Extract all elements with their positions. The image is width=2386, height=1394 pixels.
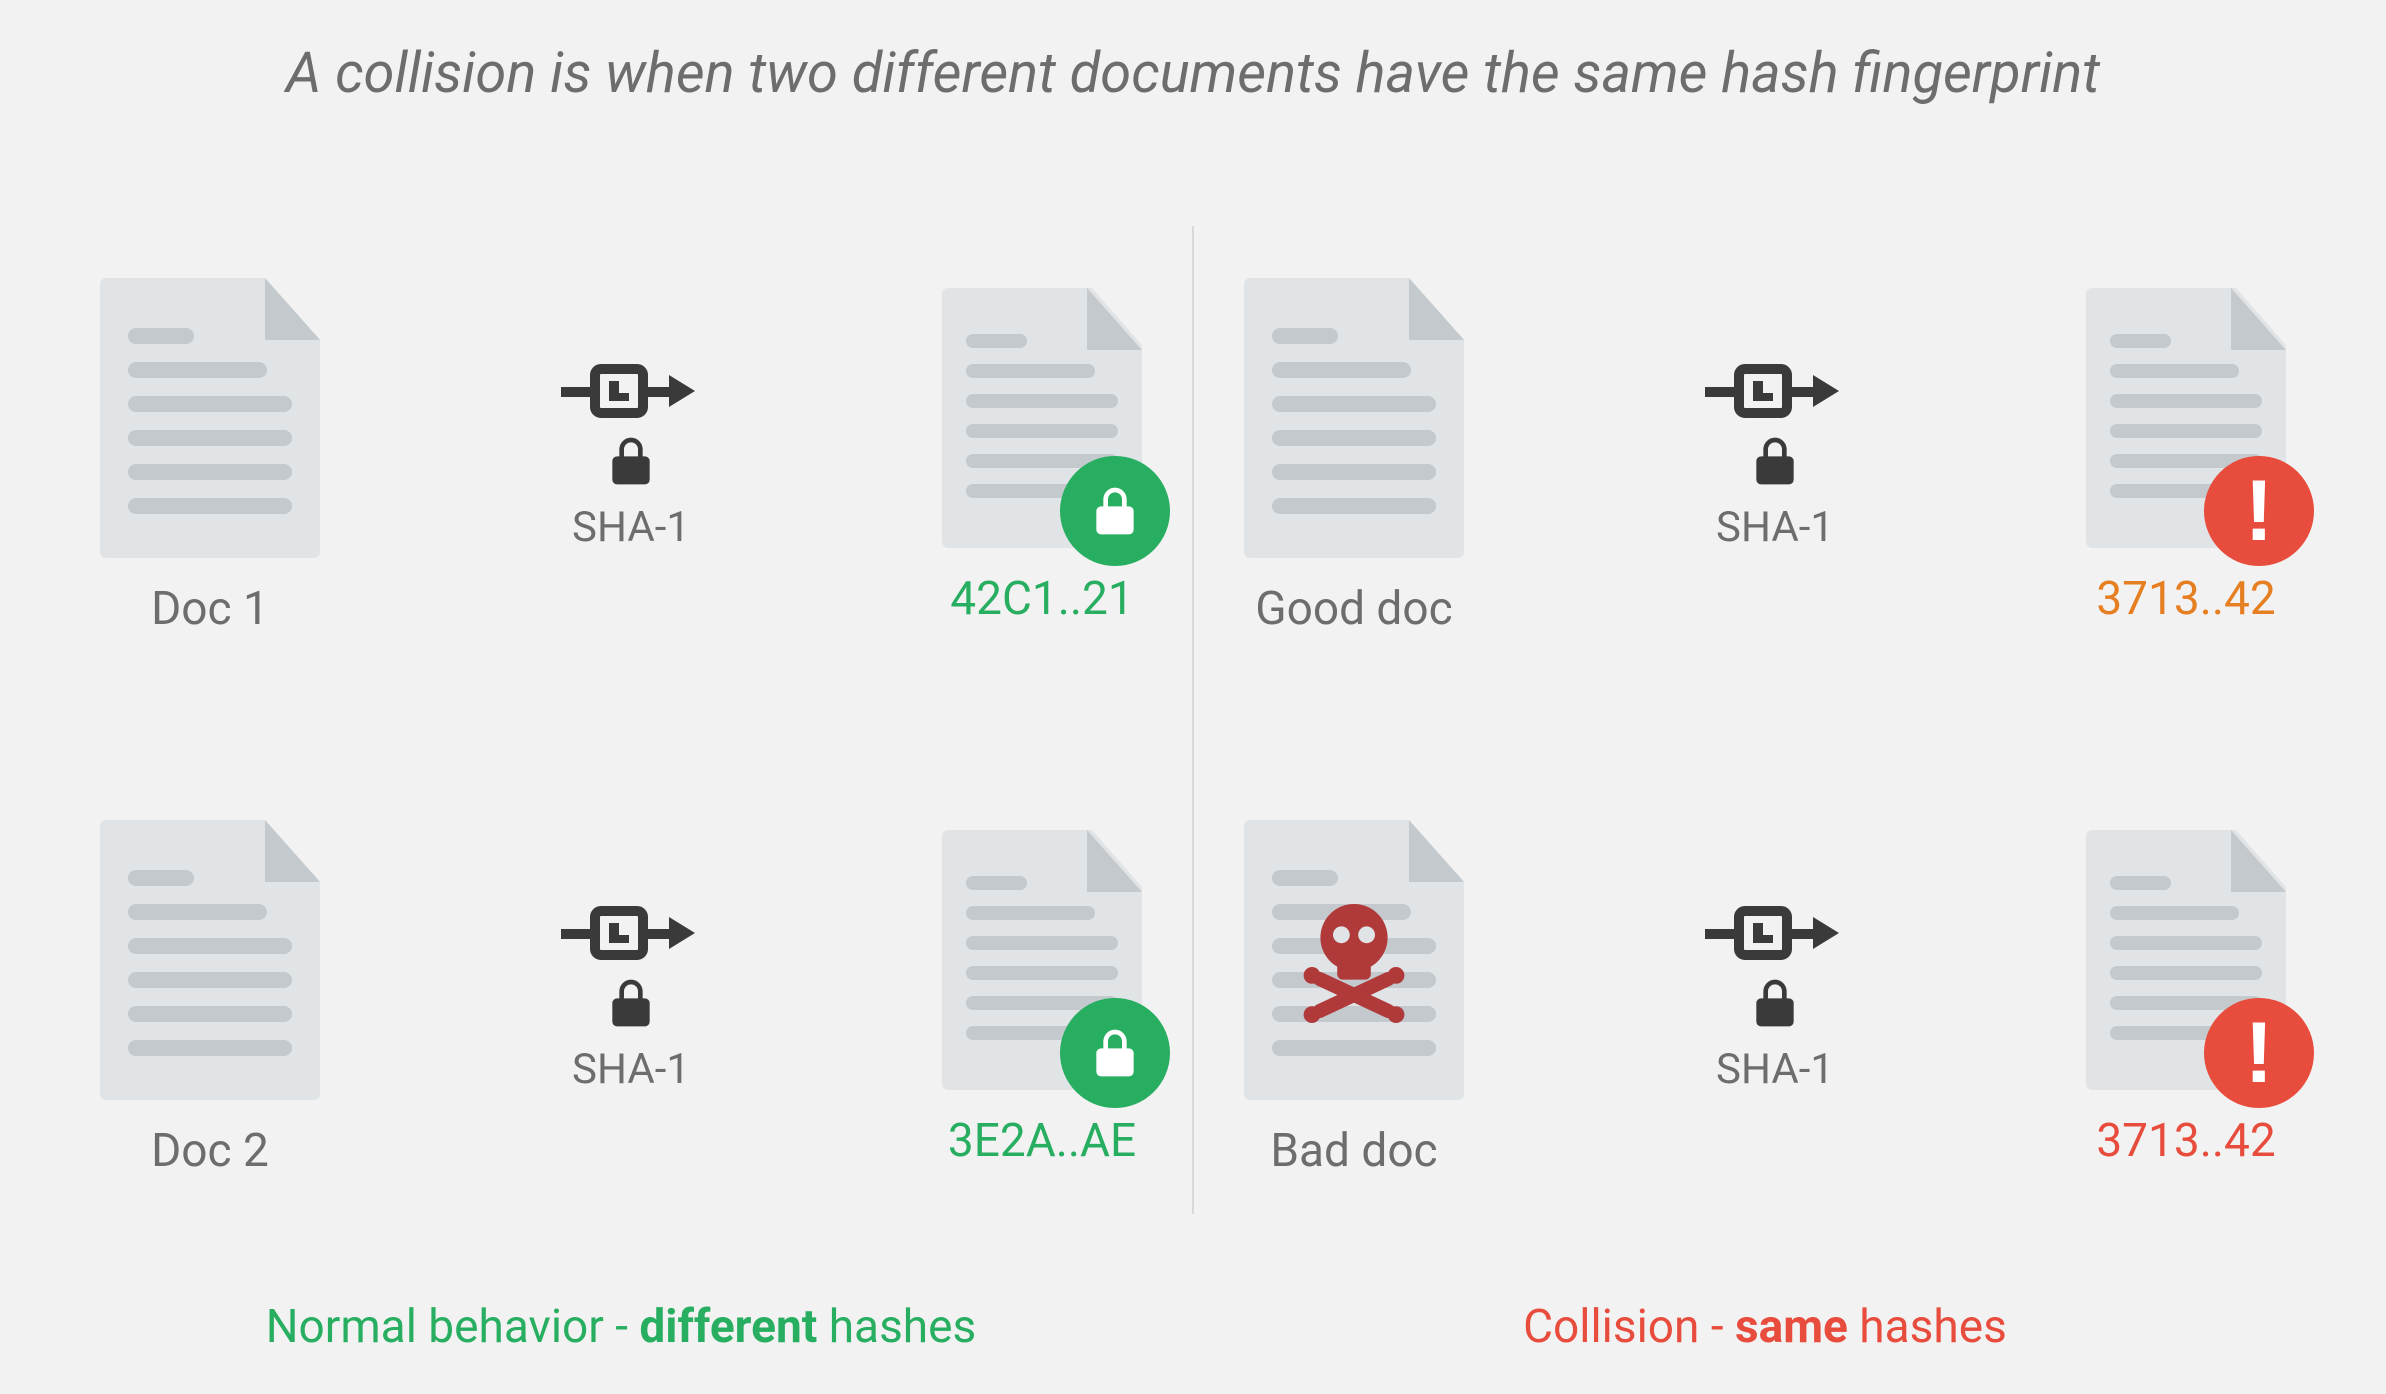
doc-label: Doc 2 xyxy=(151,1124,269,1178)
hash-fn-label: SHA-1 xyxy=(572,503,690,552)
output-doc-cell: ! 3713..42 xyxy=(2086,288,2286,626)
caption-post: hashes xyxy=(1848,1300,2007,1354)
result-document-icon: ! xyxy=(2086,830,2286,1090)
hash-value: 3713..42 xyxy=(2096,572,2275,626)
hash-fn-label: SHA-1 xyxy=(572,1045,690,1094)
hash-value: 3713..42 xyxy=(2096,1114,2275,1168)
output-doc-cell: ! 3713..42 xyxy=(2086,830,2286,1168)
alert-badge-icon: ! xyxy=(2204,456,2314,566)
lock-badge-icon xyxy=(1060,456,1170,566)
caption-pre: Collision - xyxy=(1523,1300,1735,1354)
hash-function-icon: SHA-1 xyxy=(561,363,701,552)
collision-caption: Collision - same hashes xyxy=(1224,1300,2306,1354)
output-doc-cell: 42C1..21 xyxy=(942,288,1142,626)
result-document-icon xyxy=(942,830,1142,1090)
caption-pre: Normal behavior - xyxy=(266,1300,640,1354)
caption-bold: different xyxy=(639,1300,817,1354)
normal-row-2: Doc 2 xyxy=(80,728,1162,1270)
hash-function-icon: SHA-1 xyxy=(1705,363,1845,552)
diagram-canvas: A collision is when two different docume… xyxy=(0,0,2386,1394)
doc-label: Bad doc xyxy=(1270,1124,1437,1178)
normal-caption: Normal behavior - different hashes xyxy=(80,1300,1162,1354)
lock-badge-icon xyxy=(1060,998,1170,1108)
normal-row-1: Doc 1 xyxy=(80,186,1162,728)
normal-column: Doc 1 xyxy=(80,186,1162,1354)
hash-fn-label: SHA-1 xyxy=(1716,1045,1834,1094)
document-icon xyxy=(100,278,320,558)
result-document-icon: ! xyxy=(2086,288,2286,548)
hash-function-icon: SHA-1 xyxy=(1705,905,1845,1094)
document-icon-bad xyxy=(1244,820,1464,1100)
caption-bold: same xyxy=(1735,1300,1848,1354)
collision-row-2: Bad doc xyxy=(1224,728,2306,1270)
hash-function-icon: SHA-1 xyxy=(561,905,701,1094)
collision-column: Good doc xyxy=(1224,186,2306,1354)
hash-fn-cell: SHA-1 xyxy=(1705,905,1845,1094)
hash-fn-cell: SHA-1 xyxy=(561,905,701,1094)
result-document-icon xyxy=(942,288,1142,548)
input-doc-cell: Bad doc xyxy=(1244,820,1464,1178)
output-doc-cell: 3E2A..AE xyxy=(942,830,1142,1168)
document-icon xyxy=(100,820,320,1100)
document-icon xyxy=(1244,278,1464,558)
hash-value: 42C1..21 xyxy=(950,572,1133,626)
hash-fn-cell: SHA-1 xyxy=(561,363,701,552)
collision-row-1: Good doc xyxy=(1224,186,2306,728)
input-doc-cell: Doc 2 xyxy=(100,820,320,1178)
vertical-divider xyxy=(1192,226,1194,1214)
doc-label: Doc 1 xyxy=(151,582,269,636)
caption-post: hashes xyxy=(817,1300,976,1354)
hash-fn-label: SHA-1 xyxy=(1716,503,1834,552)
diagram-grid: Doc 1 xyxy=(80,186,2306,1354)
alert-badge-icon: ! xyxy=(2204,998,2314,1108)
hash-value: 3E2A..AE xyxy=(948,1114,1136,1168)
diagram-title: A collision is when two different docume… xyxy=(80,40,2306,106)
hash-fn-cell: SHA-1 xyxy=(1705,363,1845,552)
skull-crossbones-icon xyxy=(1284,890,1424,1030)
input-doc-cell: Doc 1 xyxy=(100,278,320,636)
input-doc-cell: Good doc xyxy=(1244,278,1464,636)
doc-label: Good doc xyxy=(1255,582,1452,636)
